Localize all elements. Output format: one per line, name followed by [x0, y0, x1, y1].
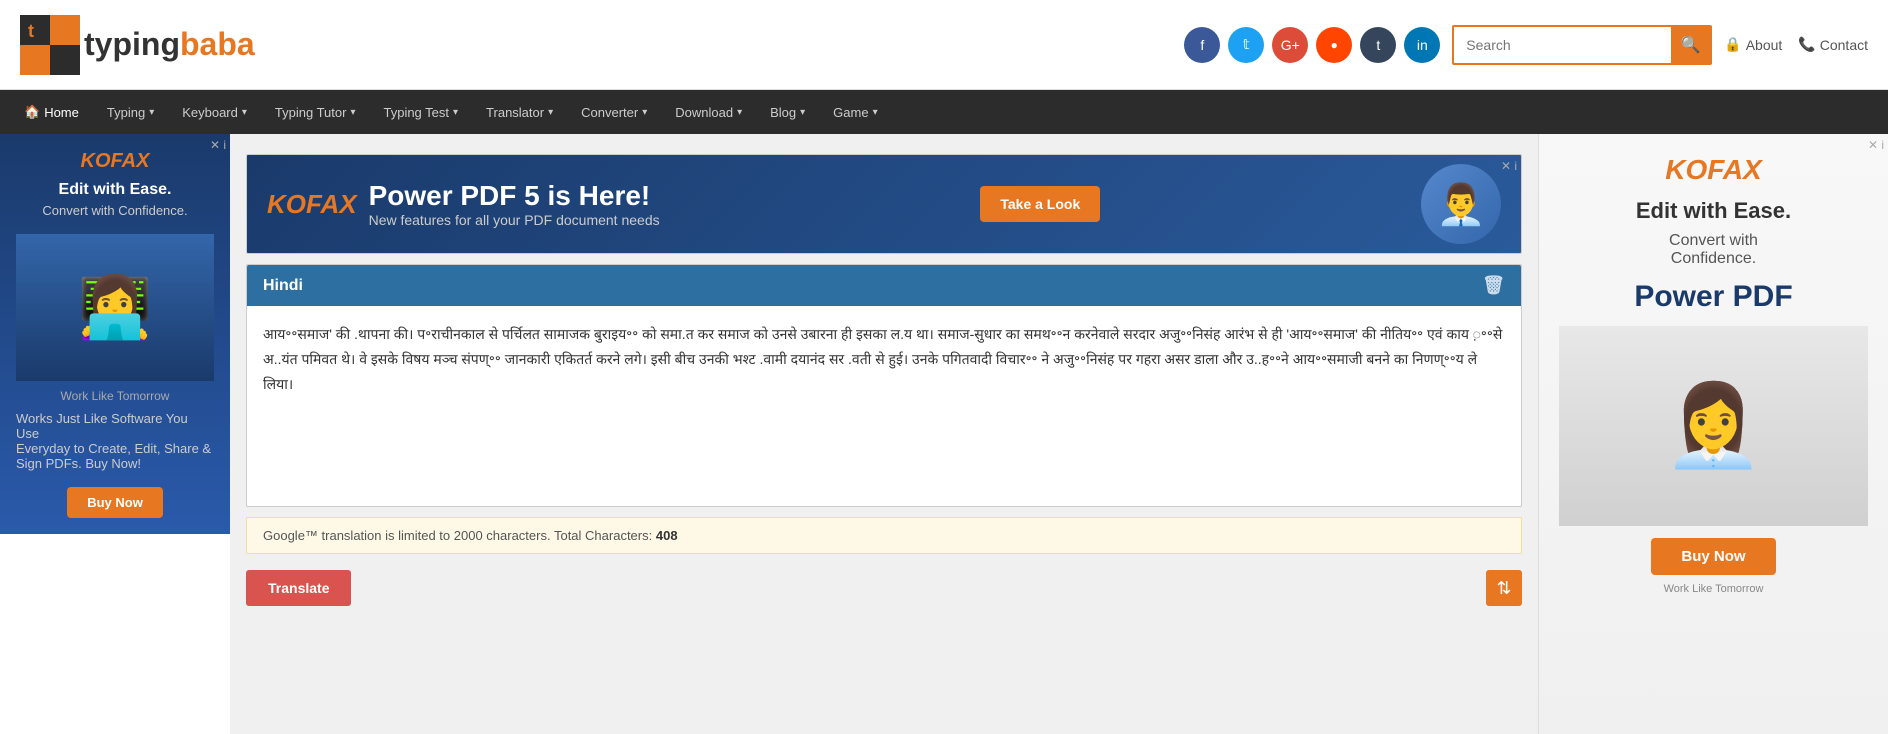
chevron-down-icon: ▾	[737, 107, 742, 118]
nav-bar: 🏠 Home Typing ▾ Keyboard ▾ Typing Tutor …	[0, 90, 1888, 134]
left-ad-column: ✕ i KOFAX Edit with Ease. Convert with C…	[0, 134, 230, 734]
search-input[interactable]	[1454, 27, 1671, 63]
content-wrapper: ✕ i KOFAX Edit with Ease. Convert with C…	[0, 134, 1888, 734]
chevron-down-icon: ▾	[350, 107, 355, 118]
svg-text:t: t	[28, 21, 34, 41]
chevron-down-icon: ▾	[242, 107, 247, 118]
linkedin-icon[interactable]: in	[1404, 27, 1440, 63]
left-ad-person-image: 👩‍💻	[16, 234, 214, 381]
nav-home[interactable]: 🏠 Home	[10, 90, 93, 134]
nav-converter[interactable]: Converter ▾	[567, 90, 661, 134]
logo-area[interactable]: t typingbaba	[20, 15, 255, 75]
lock-icon: 🔒	[1724, 36, 1741, 53]
banner-text: Power PDF 5 is Here! New features for al…	[369, 180, 660, 228]
nav-typing[interactable]: Typing ▾	[93, 90, 168, 134]
banner-ad: ✕ i KOFAX Power PDF 5 is Here! New featu…	[246, 154, 1522, 254]
banner-cta-button[interactable]: Take a Look	[980, 186, 1100, 222]
right-ad-close-icon[interactable]: ✕ i	[1868, 138, 1884, 152]
banner-left: KOFAX Power PDF 5 is Here! New features …	[267, 180, 660, 228]
logo-text: typingbaba	[84, 26, 255, 63]
chevron-down-icon: ▾	[873, 107, 878, 118]
chevron-down-icon: ▾	[149, 107, 154, 118]
contact-link[interactable]: 📞 Contact	[1798, 36, 1868, 53]
gplus-icon[interactable]: G+	[1272, 27, 1308, 63]
reddit-icon[interactable]: ●	[1316, 27, 1352, 63]
facebook-icon[interactable]: f	[1184, 27, 1220, 63]
top-right: f 𝕥 G+ ● t in 🔍 🔒 About 📞 Contact	[1184, 25, 1868, 65]
left-ad-line2: Convert with Confidence.	[42, 203, 187, 218]
search-area: 🔍	[1452, 25, 1712, 65]
delete-icon[interactable]: 🗑	[1482, 275, 1505, 296]
right-ad-column: ✕ i KOFAX Edit with Ease. Convert with C…	[1538, 134, 1888, 734]
translator-body: आय॰॰समाज' की .थापना की। प॰राचीनकाल से पर…	[247, 306, 1521, 506]
right-ad-brand: KOFAX	[1665, 154, 1761, 186]
char-count-value: 408	[656, 528, 678, 543]
nav-blog[interactable]: Blog ▾	[756, 90, 819, 134]
about-contact: 🔒 About 📞 Contact	[1724, 36, 1868, 53]
main-content: ✕ i KOFAX Power PDF 5 is Here! New featu…	[230, 134, 1538, 734]
nav-typing-test[interactable]: Typing Test ▾	[369, 90, 472, 134]
right-ad-product: Power PDF	[1634, 280, 1792, 314]
translate-action: Translate ⇅	[246, 562, 1522, 614]
nav-typing-tutor[interactable]: Typing Tutor ▾	[261, 90, 370, 134]
left-ad-description: Works Just Like Software You Use Everyda…	[16, 411, 214, 471]
chevron-down-icon: ▾	[453, 107, 458, 118]
nav-translator[interactable]: Translator ▾	[472, 90, 567, 134]
translator-header: Hindi 🗑	[247, 265, 1521, 306]
chevron-down-icon: ▾	[800, 107, 805, 118]
left-ad-work-tagline: Work Like Tomorrow	[61, 389, 170, 403]
nav-download[interactable]: Download ▾	[661, 90, 756, 134]
search-button[interactable]: 🔍	[1671, 27, 1710, 63]
left-ad-cta-button[interactable]: Buy Now	[67, 487, 163, 518]
left-ad-content: ✕ i KOFAX Edit with Ease. Convert with C…	[0, 134, 230, 534]
char-count-bar: Google™ translation is limited to 2000 c…	[246, 517, 1522, 554]
home-icon: 🏠	[24, 104, 40, 120]
twitter-icon[interactable]: 𝕥	[1228, 27, 1264, 63]
hindi-text-content: आय॰॰समाज' की .थापना की। प॰राचीनकाल से पर…	[263, 322, 1505, 398]
swap-button[interactable]: ⇅	[1486, 570, 1522, 606]
top-bar: t typingbaba f 𝕥 G+ ● t in 🔍 🔒 About 📞	[0, 0, 1888, 90]
right-ad-content: ✕ i KOFAX Edit with Ease. Convert with C…	[1538, 134, 1888, 734]
right-ad-tagline: Work Like Tomorrow	[1664, 583, 1764, 595]
logo-icon: t	[20, 15, 80, 75]
right-ad-line2: Convert with Confidence.	[1669, 232, 1758, 268]
translator-box: Hindi 🗑 आय॰॰समाज' की .थापना की। प॰राचीनक…	[246, 264, 1522, 507]
right-ad-person-image: 👩‍💼	[1559, 326, 1868, 526]
translate-button[interactable]: Translate	[246, 570, 351, 606]
chevron-down-icon: ▾	[642, 107, 647, 118]
chevron-down-icon: ▾	[548, 107, 553, 118]
right-ad-cta-button[interactable]: Buy Now	[1651, 538, 1775, 575]
left-ad-close-icon[interactable]: ✕ i	[210, 138, 226, 152]
banner-ad-close-icon[interactable]: ✕ i	[1501, 159, 1517, 173]
translator-language-label: Hindi	[263, 277, 303, 295]
nav-keyboard[interactable]: Keyboard ▾	[168, 90, 261, 134]
tumblr-icon[interactable]: t	[1360, 27, 1396, 63]
phone-icon: 📞	[1798, 36, 1815, 53]
char-count-label: Google™ translation is limited to 2000 c…	[263, 528, 652, 543]
banner-person-image: 👨‍💼	[1421, 164, 1501, 244]
right-ad-line1: Edit with Ease.	[1636, 198, 1791, 224]
left-ad-brand: KOFAX	[81, 150, 150, 173]
social-icons: f 𝕥 G+ ● t in	[1184, 27, 1440, 63]
about-link[interactable]: 🔒 About	[1724, 36, 1782, 53]
left-ad-tagline: Edit with Ease.	[59, 181, 172, 199]
banner-brand: KOFAX	[267, 189, 357, 220]
nav-game[interactable]: Game ▾	[819, 90, 891, 134]
